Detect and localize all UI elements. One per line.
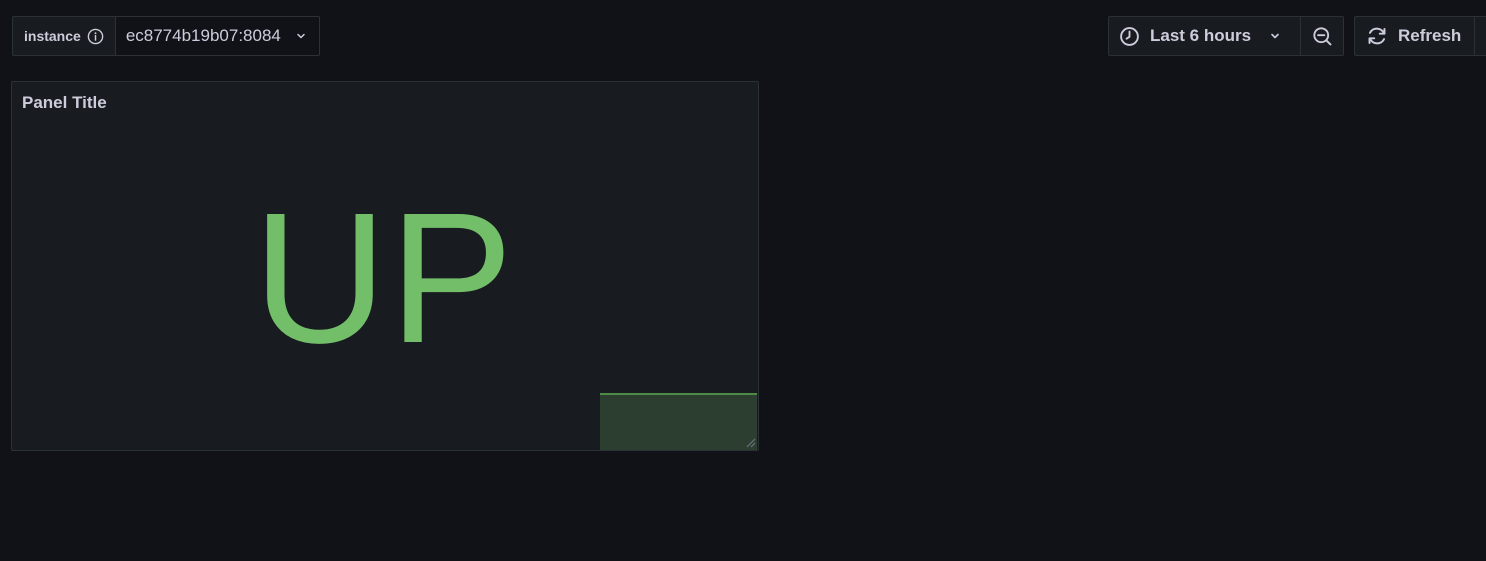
time-range-picker-button[interactable]: Last 6 hours: [1108, 16, 1301, 56]
variable-label-text: instance: [24, 28, 81, 44]
stat-panel: Panel Title UP: [11, 81, 759, 451]
chevron-down-icon: [295, 30, 307, 42]
sparkline-area: [600, 393, 757, 450]
instance-select[interactable]: ec8774b19b07:8084: [114, 16, 320, 56]
instance-select-value: ec8774b19b07:8084: [125, 26, 281, 45]
sync-icon: [1366, 25, 1388, 47]
stat-value: UP: [252, 175, 516, 382]
chevron-down-icon: [1269, 30, 1281, 42]
panel-title[interactable]: Panel Title: [22, 93, 107, 113]
refresh-interval-dropdown[interactable]: [1474, 16, 1486, 56]
info-circle-icon[interactable]: [87, 28, 104, 45]
resize-handle-icon[interactable]: [744, 436, 756, 448]
refresh-label: Refresh: [1398, 26, 1462, 45]
zoom-out-icon: [1312, 26, 1333, 47]
template-variable-instance: instance ec8774b19b07:8084: [12, 16, 320, 56]
refresh-button[interactable]: Refresh: [1354, 16, 1475, 56]
time-range-label: Last 6 hours: [1150, 26, 1252, 45]
clock-icon: [1119, 26, 1140, 47]
variable-label: instance: [12, 16, 115, 56]
zoom-out-button[interactable]: [1300, 16, 1344, 56]
dashboard-controls: instance ec8774b19b07:8084 Last 6 hours …: [0, 0, 1486, 70]
